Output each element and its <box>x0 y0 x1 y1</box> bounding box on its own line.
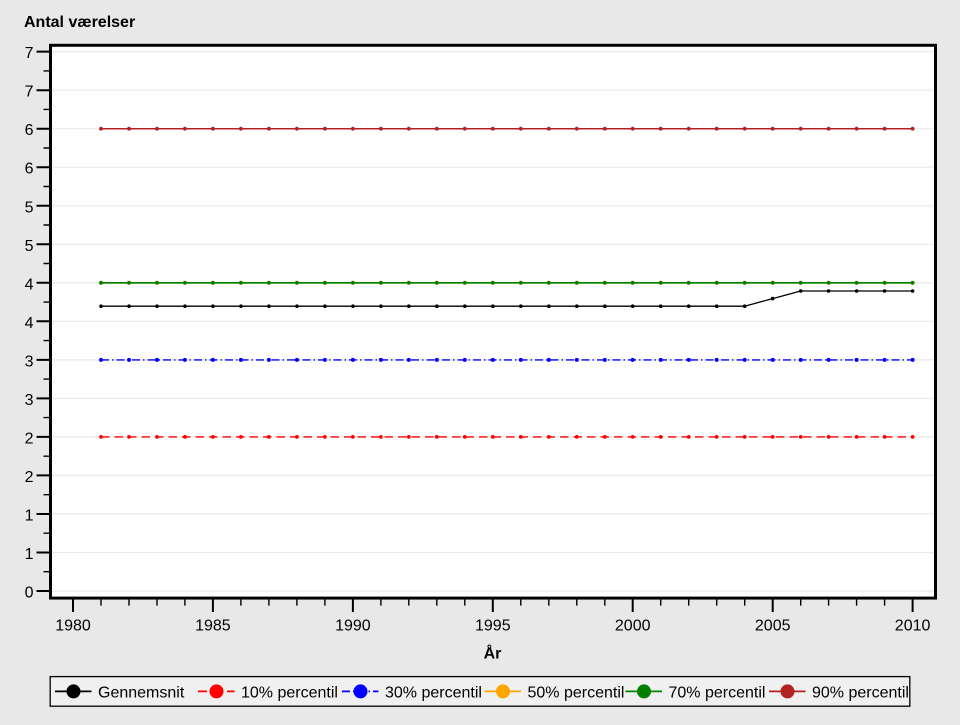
svg-text:90% percentil: 90% percentil <box>812 685 909 702</box>
svg-text:3: 3 <box>25 392 34 409</box>
svg-text:2005: 2005 <box>755 618 791 635</box>
svg-text:2: 2 <box>25 469 34 486</box>
svg-text:4: 4 <box>25 315 34 332</box>
svg-text:5: 5 <box>25 238 34 255</box>
svg-text:2010: 2010 <box>895 618 931 635</box>
svg-text:År: År <box>484 644 502 663</box>
svg-text:1: 1 <box>25 508 34 525</box>
svg-text:1985: 1985 <box>195 618 231 635</box>
svg-text:1: 1 <box>25 546 34 563</box>
svg-text:1990: 1990 <box>335 618 371 635</box>
svg-text:7: 7 <box>25 45 34 62</box>
svg-text:1995: 1995 <box>475 618 511 635</box>
svg-text:4: 4 <box>25 276 34 293</box>
svg-text:7: 7 <box>25 84 34 101</box>
svg-text:2: 2 <box>25 430 34 447</box>
svg-text:10% percentil: 10% percentil <box>241 685 338 702</box>
svg-text:70% percentil: 70% percentil <box>669 685 766 702</box>
svg-text:3: 3 <box>25 353 34 370</box>
svg-text:0: 0 <box>25 585 34 602</box>
svg-text:6: 6 <box>25 161 34 178</box>
svg-text:50% percentil: 50% percentil <box>528 685 625 702</box>
svg-text:1980: 1980 <box>55 618 91 635</box>
svg-text:Gennemsnit: Gennemsnit <box>98 685 185 702</box>
svg-text:Antal værelser: Antal værelser <box>24 14 135 31</box>
svg-text:5: 5 <box>25 199 34 216</box>
svg-text:30% percentil: 30% percentil <box>385 685 482 702</box>
svg-text:2000: 2000 <box>615 618 651 635</box>
svg-text:6: 6 <box>25 122 34 139</box>
